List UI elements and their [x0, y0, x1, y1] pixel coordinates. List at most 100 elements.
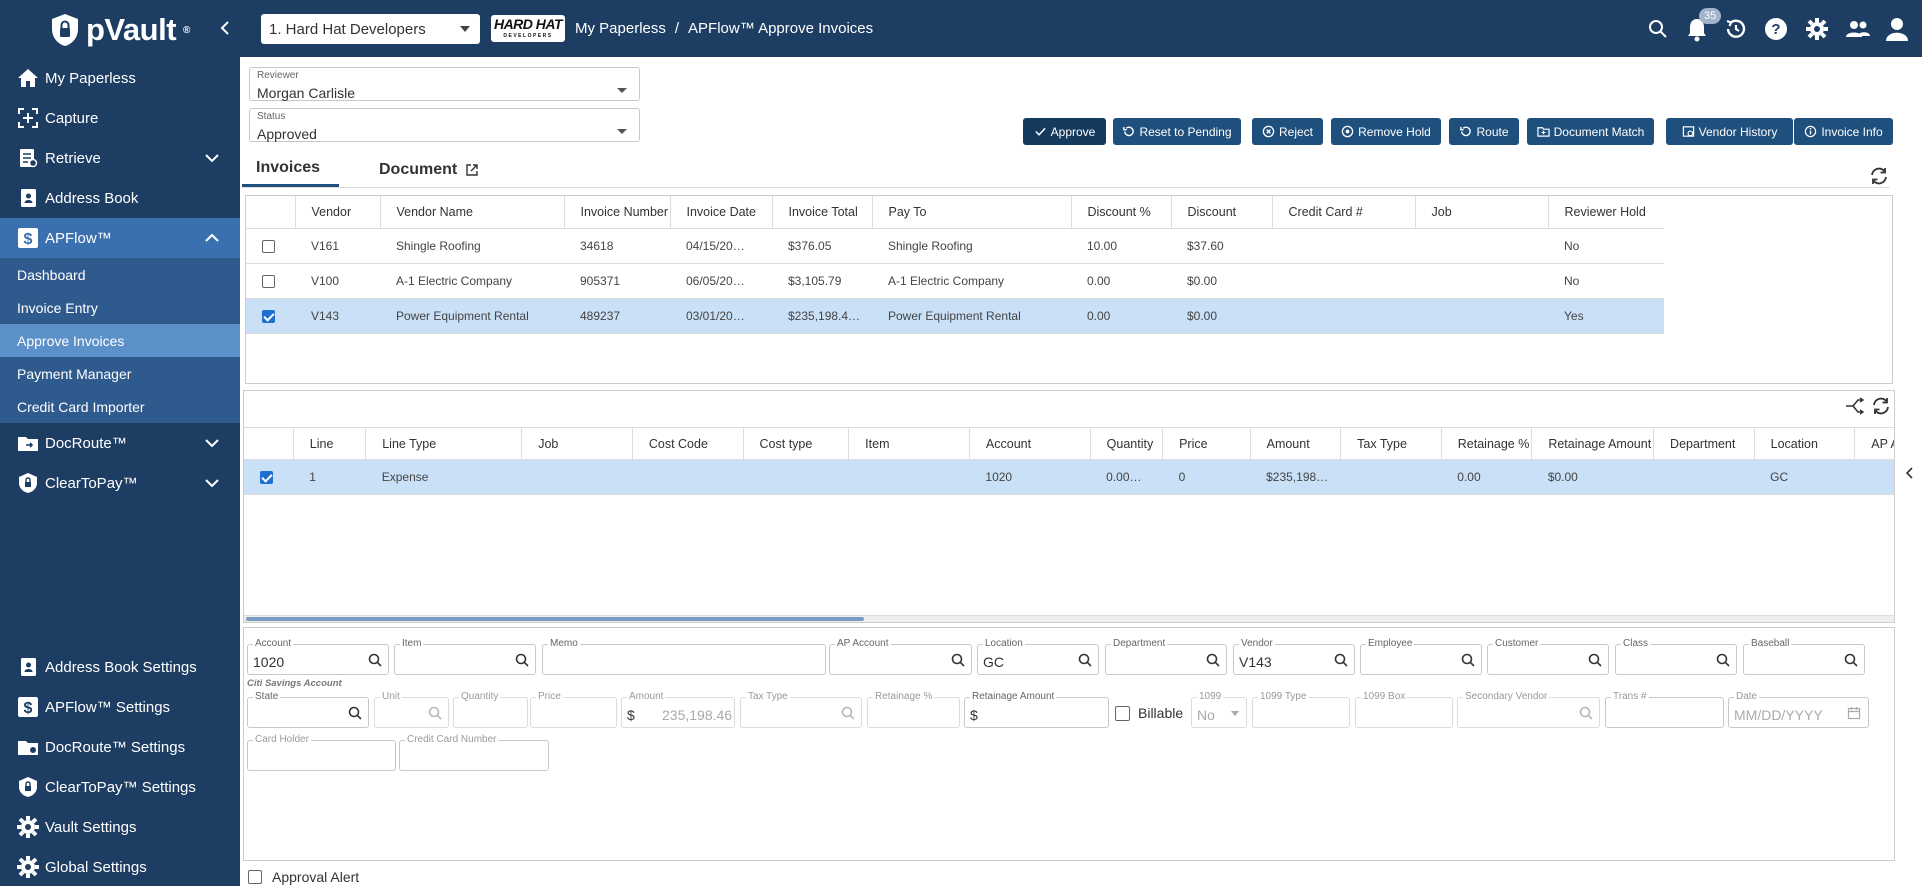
- reject-button[interactable]: Reject: [1252, 118, 1323, 145]
- row-checkbox-cell[interactable]: [246, 298, 295, 334]
- chevron-down-icon[interactable]: [204, 475, 220, 491]
- history-icon[interactable]: [1724, 14, 1748, 44]
- column-header[interactable]: Department: [1653, 427, 1755, 460]
- approval-alert-checkbox[interactable]: Approval Alert: [248, 869, 359, 885]
- date-field[interactable]: Date MM/DD/YYYY: [1728, 691, 1869, 728]
- class-field[interactable]: Class: [1615, 638, 1737, 675]
- search-icon[interactable]: [1588, 653, 1602, 667]
- breadcrumb-my-paperless[interactable]: My Paperless: [575, 20, 666, 37]
- search-icon[interactable]: [1078, 653, 1092, 667]
- pvault-logo[interactable]: pVault ®: [50, 12, 190, 48]
- column-header[interactable]: Tax Type: [1340, 427, 1442, 460]
- sidebar-subitem-payment-manager[interactable]: Payment Manager: [0, 357, 240, 390]
- chevron-up-icon[interactable]: [204, 230, 220, 246]
- column-header[interactable]: Invoice Date: [670, 196, 773, 229]
- refresh-icon[interactable]: [1868, 166, 1890, 186]
- location-field[interactable]: Location GC: [977, 638, 1099, 675]
- customer-field[interactable]: Customer: [1487, 638, 1609, 675]
- row-checkbox-checked[interactable]: [260, 471, 273, 485]
- approval-alert-checkbox-box[interactable]: [248, 870, 262, 884]
- refresh-lines-icon[interactable]: [1870, 396, 1892, 416]
- sidebar-item-capture[interactable]: Capture: [0, 98, 240, 138]
- horizontal-scrollbar[interactable]: [244, 615, 1894, 622]
- column-header[interactable]: Line: [293, 427, 367, 460]
- column-header[interactable]: Cost type: [743, 427, 850, 460]
- tab-document[interactable]: Document: [379, 152, 489, 187]
- sidebar-subitem-dashboard[interactable]: Dashboard: [0, 258, 240, 291]
- billable-checkbox-box[interactable]: [1115, 705, 1130, 721]
- column-header[interactable]: Job: [1415, 196, 1549, 229]
- credit-card-number-field[interactable]: Credit Card Number: [399, 734, 549, 771]
- search-icon[interactable]: [1206, 653, 1220, 667]
- row-checkbox-cell[interactable]: [244, 459, 294, 495]
- column-header[interactable]: Vendor Name: [380, 196, 565, 229]
- route-button[interactable]: Route: [1449, 118, 1519, 145]
- column-header[interactable]: Account: [969, 427, 1091, 460]
- document-match-button[interactable]: Document Match: [1527, 118, 1654, 145]
- column-header[interactable]: Discount: [1171, 196, 1273, 229]
- row-checkbox[interactable]: [262, 239, 275, 253]
- reset-to-pending-button[interactable]: Reset to Pending: [1113, 118, 1241, 145]
- reviewer-select[interactable]: Reviewer Morgan Carlisle: [249, 67, 640, 101]
- search-icon[interactable]: [1844, 653, 1858, 667]
- sidebar-item-docroute-settings[interactable]: DocRoute™ Settings: [0, 727, 240, 767]
- tab-invoices[interactable]: Invoices: [242, 152, 339, 187]
- sidebar-item-address-book[interactable]: Address Book: [0, 178, 240, 218]
- column-header[interactable]: Invoice Number: [564, 196, 671, 229]
- column-header[interactable]: Reviewer Hold: [1548, 196, 1664, 229]
- column-header[interactable]: Pay To: [872, 196, 1072, 229]
- split-icon[interactable]: [1845, 397, 1865, 415]
- sidebar-item-docroute[interactable]: DocRoute™: [0, 423, 240, 463]
- card-holder-field[interactable]: Card Holder: [247, 734, 396, 771]
- billable-checkbox[interactable]: Billable: [1115, 705, 1183, 721]
- search-icon[interactable]: [1716, 653, 1730, 667]
- settings-icon[interactable]: [1805, 14, 1829, 44]
- column-header[interactable]: AP Ac: [1854, 427, 1894, 460]
- employee-field[interactable]: Employee: [1360, 638, 1482, 675]
- column-header[interactable]: Line Type: [365, 427, 523, 460]
- search-icon[interactable]: [951, 653, 965, 667]
- profile-icon[interactable]: [1884, 14, 1910, 44]
- row-checkbox-cell[interactable]: [246, 228, 295, 264]
- chevron-down-icon[interactable]: [204, 435, 220, 451]
- ap-account-field[interactable]: AP Account: [829, 638, 972, 675]
- retainage-amount-field[interactable]: Retainage Amount $: [964, 691, 1109, 728]
- search-icon[interactable]: [1334, 653, 1348, 667]
- bell-icon[interactable]: 35: [1685, 8, 1722, 44]
- sidebar-item-vault-settings[interactable]: Vault Settings: [0, 807, 240, 847]
- sidebar-subitem-invoice-entry[interactable]: Invoice Entry: [0, 291, 240, 324]
- status-select[interactable]: Status Approved: [249, 108, 640, 142]
- memo-field[interactable]: Memo: [542, 638, 826, 675]
- table-row-selected[interactable]: 1 Expense 1020 0.00… 0 $235,198… 0.00 $0…: [244, 459, 1894, 495]
- chevron-down-icon[interactable]: [204, 150, 220, 166]
- baseball-field[interactable]: Baseball: [1743, 638, 1865, 675]
- sidebar-item-apflow-settings[interactable]: $ APFlow™ Settings: [0, 687, 240, 727]
- scrollbar-thumb[interactable]: [246, 617, 864, 621]
- column-header[interactable]: Amount: [1250, 427, 1342, 460]
- collapse-sidebar-chevron-icon[interactable]: [216, 18, 236, 38]
- row-checkbox-cell[interactable]: [246, 263, 295, 299]
- column-header[interactable]: Invoice Total: [772, 196, 873, 229]
- row-checkbox-checked[interactable]: [262, 309, 275, 323]
- approve-button[interactable]: Approve: [1023, 118, 1106, 145]
- table-row-selected[interactable]: V143 Power Equipment Rental 489237 03/01…: [246, 298, 1664, 334]
- sidebar-item-cleartopay[interactable]: ClearToPay™: [0, 463, 240, 503]
- trans-number-field[interactable]: Trans #: [1605, 691, 1724, 728]
- calendar-icon[interactable]: [1847, 706, 1861, 720]
- column-header[interactable]: Cost Code: [632, 427, 744, 460]
- column-header[interactable]: Job: [521, 427, 633, 460]
- table-row[interactable]: V100 A-1 Electric Company 905371 06/05/2…: [246, 263, 1664, 299]
- sidebar-subitem-approve-invoices[interactable]: Approve Invoices: [0, 324, 240, 357]
- vendor-field[interactable]: Vendor V143: [1233, 638, 1355, 675]
- sidebar-item-global-settings[interactable]: Global Settings: [0, 847, 240, 887]
- invoice-info-button[interactable]: Invoice Info: [1794, 118, 1893, 145]
- column-header[interactable]: Credit Card #: [1272, 196, 1416, 229]
- search-icon[interactable]: [368, 653, 382, 667]
- search-icon[interactable]: [515, 653, 529, 667]
- sidebar-subitem-credit-card-importer[interactable]: Credit Card Importer: [0, 390, 240, 423]
- table-row[interactable]: V161 Shingle Roofing 34618 04/15/20… $37…: [246, 228, 1664, 264]
- search-icon[interactable]: [1461, 653, 1475, 667]
- sidebar-item-retrieve[interactable]: Retrieve: [0, 138, 240, 178]
- account-field[interactable]: Account 1020: [247, 638, 389, 675]
- column-header[interactable]: Vendor: [295, 196, 381, 229]
